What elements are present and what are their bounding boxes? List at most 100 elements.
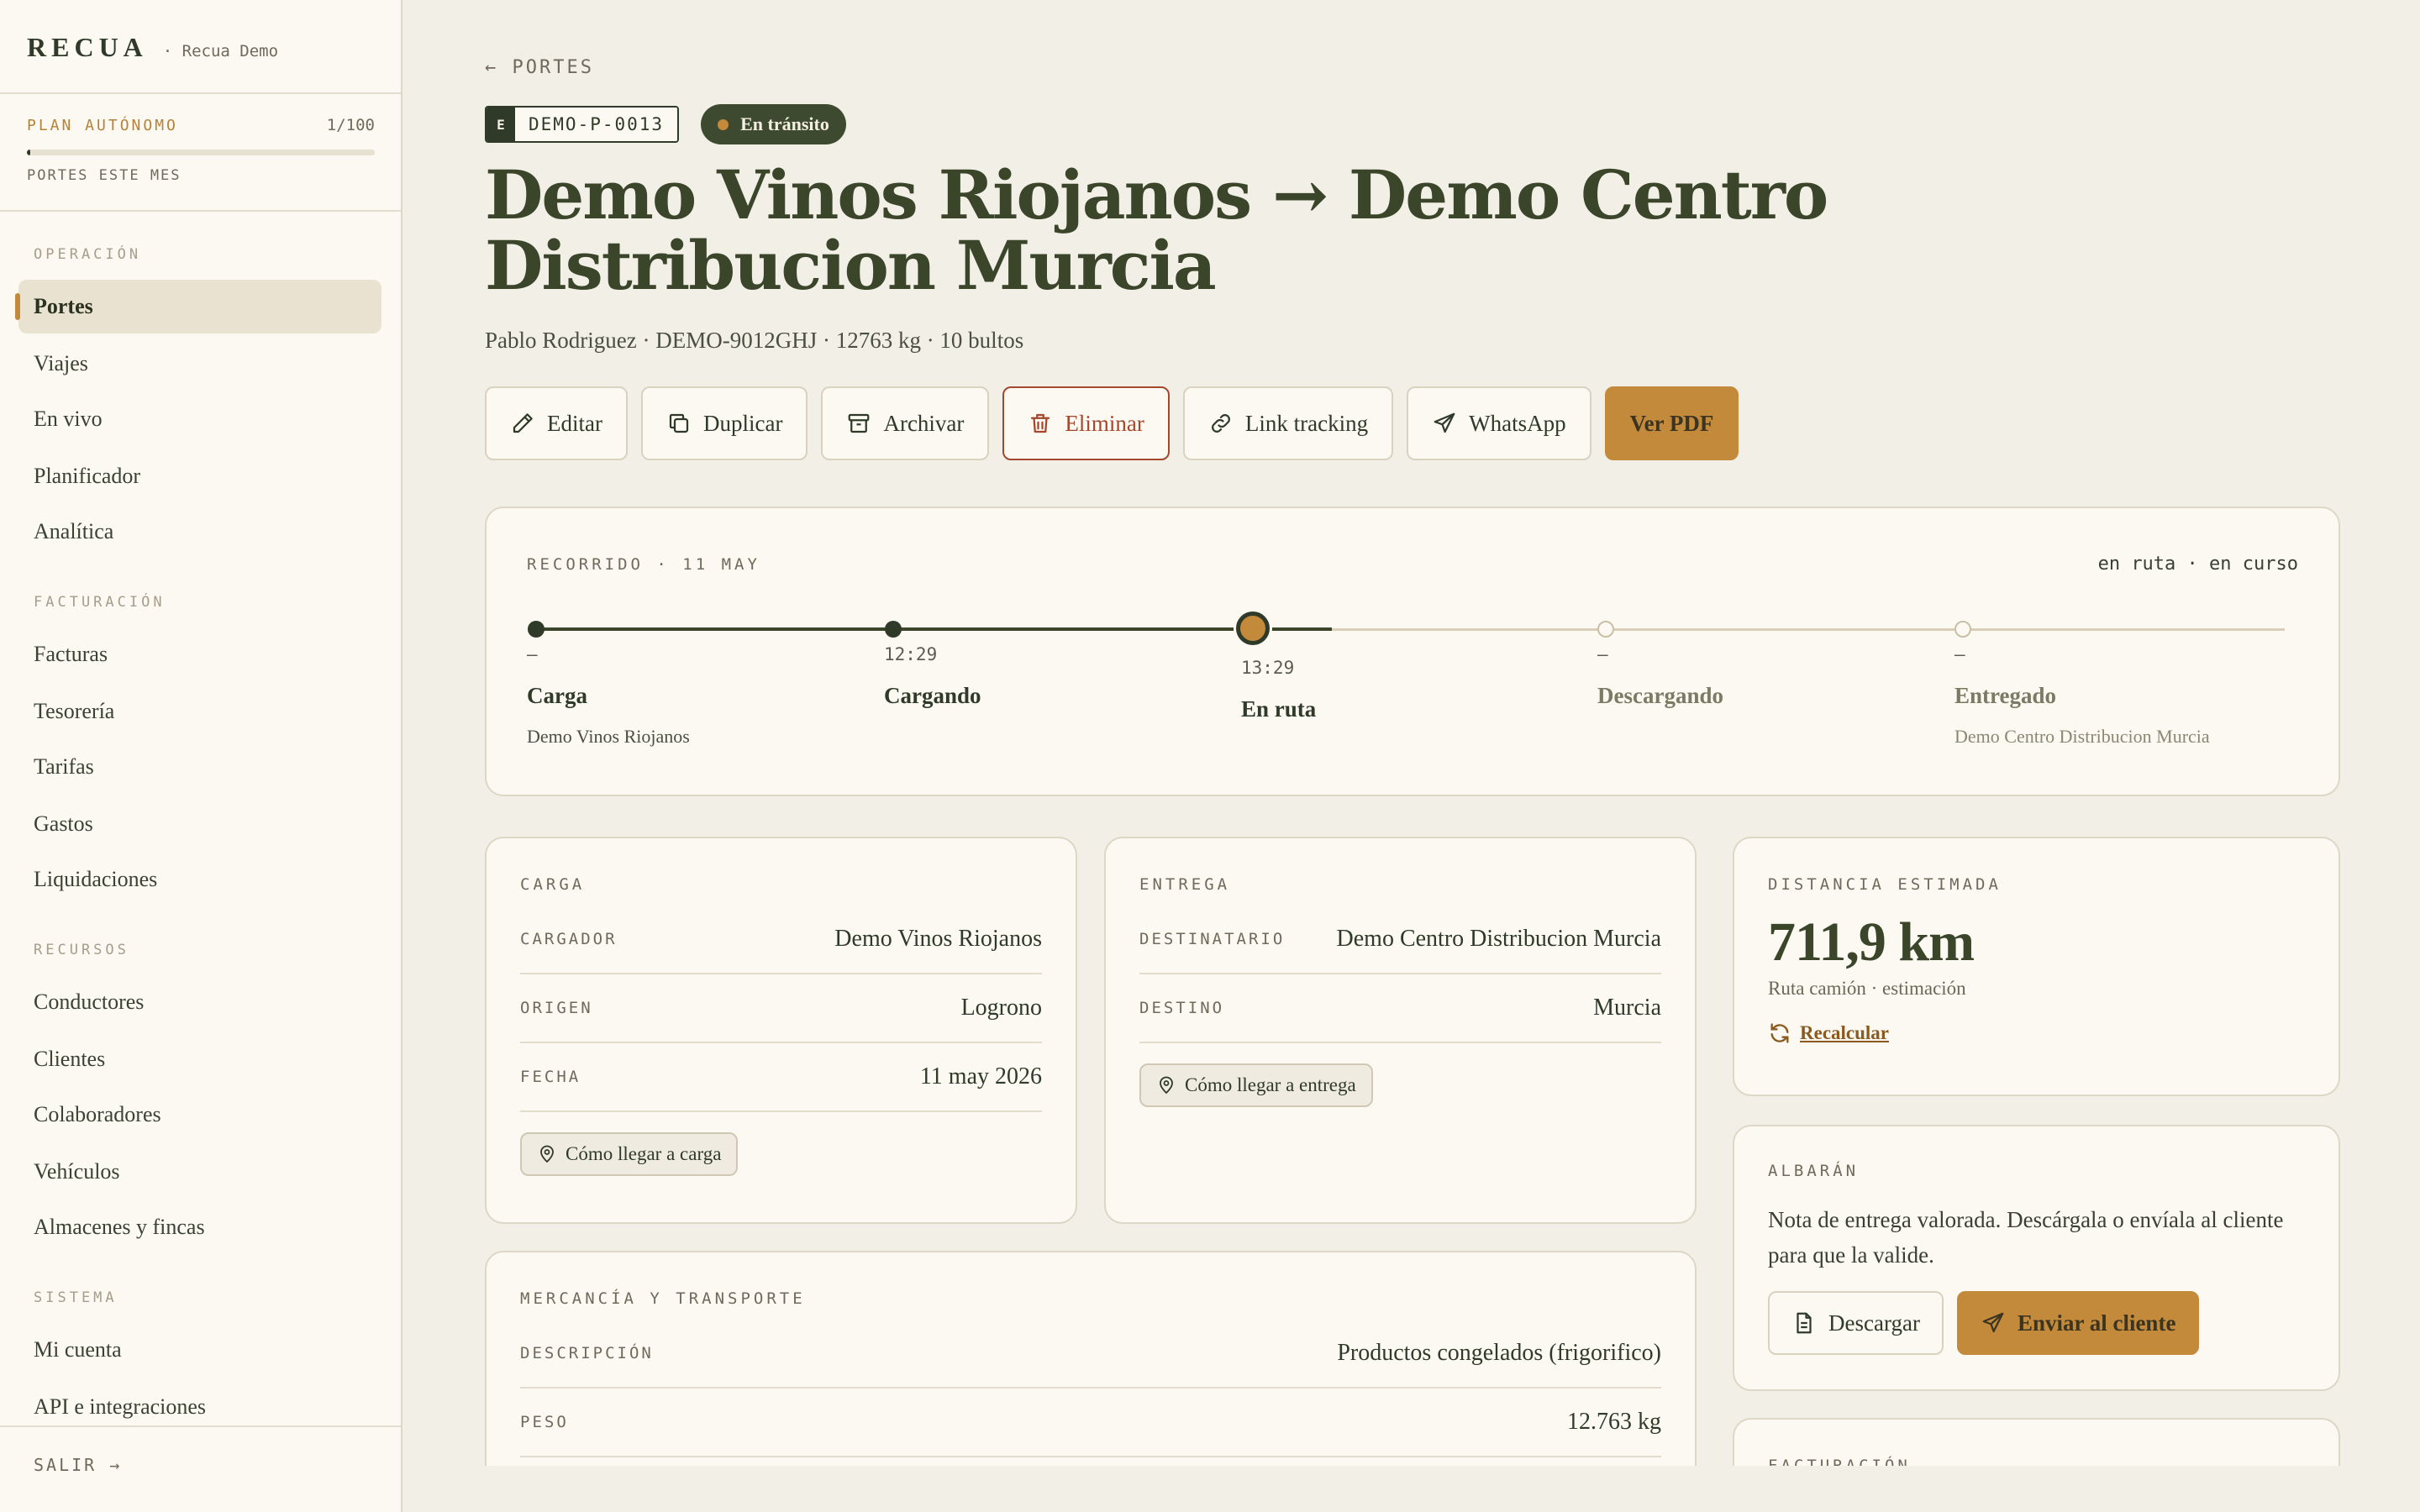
sidebar-item-portes[interactable]: Portes bbox=[15, 280, 381, 333]
plan-progress-bar bbox=[27, 150, 375, 155]
row-value: Productos congelados (frigorifico) bbox=[1337, 1340, 1661, 1366]
stage-dot-descargando bbox=[1597, 621, 1614, 638]
edit-label: Editar bbox=[547, 410, 602, 436]
sidebar-item-en-vivo[interactable]: En vivo bbox=[18, 392, 381, 446]
distance-note: Ruta camión · estimación bbox=[1768, 978, 1966, 999]
stage-time: – bbox=[1597, 644, 1608, 664]
mercancia-title: MERCANCÍA Y TRANSPORTE bbox=[520, 1289, 806, 1308]
timeline-progress-line bbox=[535, 627, 1332, 631]
nav-section-operacion: OPERACIÓN bbox=[34, 246, 142, 263]
sidebar-item-colaboradores[interactable]: Colaboradores bbox=[18, 1088, 381, 1142]
plan-usage: PLAN AUTÓNOMO 1/100 PORTES ESTE MES bbox=[27, 116, 375, 184]
plan-label: PLAN AUTÓNOMO bbox=[27, 116, 178, 134]
entrega-title: ENTREGA bbox=[1139, 875, 1231, 894]
nav-section-sistema: SISTEMA bbox=[34, 1289, 118, 1306]
sidebar-item-facturas[interactable]: Facturas bbox=[18, 627, 381, 681]
divider bbox=[0, 92, 401, 94]
albaran-title: ALBARÁN bbox=[1768, 1162, 1860, 1180]
sidebar-item-analitica[interactable]: Analítica bbox=[18, 505, 381, 559]
pencil-icon bbox=[513, 413, 533, 433]
directions-carga-label: Cómo llegar a carga bbox=[566, 1143, 722, 1164]
stage-name: Entregado bbox=[1954, 683, 2057, 708]
carga-row-origen: ORIGEN Logrono bbox=[520, 974, 1042, 1043]
carga-title: CARGA bbox=[520, 875, 586, 894]
sidebar-item-planificador[interactable]: Planificador bbox=[18, 449, 381, 503]
tag-letter: E bbox=[487, 108, 515, 141]
directions-entrega-button[interactable]: Cómo llegar a entrega bbox=[1139, 1063, 1373, 1107]
send-icon bbox=[1434, 412, 1455, 433]
divider bbox=[0, 1425, 401, 1427]
row-key: FECHA bbox=[520, 1068, 581, 1086]
archive-button[interactable]: Archivar bbox=[821, 386, 990, 460]
stage-en-ruta: 13:29 En ruta bbox=[1241, 658, 1316, 722]
sidebar-item-almacenes[interactable]: Almacenes y fincas bbox=[18, 1200, 381, 1254]
nav-section-recursos: RECURSOS bbox=[34, 942, 129, 958]
workspace-name: · Recua Demo bbox=[162, 42, 279, 60]
entrega-row-destino: DESTINO Murcia bbox=[1139, 974, 1661, 1043]
brand-logo[interactable]: RECUA bbox=[27, 32, 148, 63]
carga-row-cargador: CARGADOR Demo Vinos Riojanos bbox=[520, 906, 1042, 974]
stage-place: Demo Centro Distribucion Murcia bbox=[1954, 726, 2210, 747]
logout-button[interactable]: SALIR → bbox=[34, 1455, 122, 1475]
stage-dot-cargando bbox=[885, 621, 902, 638]
map-pin-icon bbox=[540, 1145, 554, 1163]
stage-time: 12:29 bbox=[884, 644, 938, 664]
row-value: Logrono bbox=[960, 995, 1042, 1021]
status-dot-icon bbox=[718, 118, 729, 130]
directions-carga-button[interactable]: Cómo llegar a carga bbox=[520, 1132, 739, 1176]
delete-button[interactable]: Eliminar bbox=[1002, 386, 1170, 460]
duplicate-button[interactable]: Duplicar bbox=[640, 386, 808, 460]
download-button[interactable]: Descargar bbox=[1768, 1291, 1944, 1355]
back-link[interactable]: ← PORTES bbox=[485, 57, 594, 78]
sidebar-item-conductores[interactable]: Conductores bbox=[18, 975, 381, 1029]
carga-card: CARGA CARGADOR Demo Vinos Riojanos ORIGE… bbox=[485, 837, 1077, 1224]
row-value: Murcia bbox=[1593, 995, 1661, 1021]
recalculate-button[interactable]: Recalcular bbox=[1768, 1021, 2305, 1045]
mercancia-row-peso: PESO 12.763 kg bbox=[520, 1389, 1661, 1457]
stage-dot-entregado bbox=[1954, 621, 1971, 638]
map-pin-icon bbox=[1160, 1076, 1173, 1095]
sidebar-item-liquidaciones[interactable]: Liquidaciones bbox=[18, 853, 381, 906]
copy-icon bbox=[669, 413, 689, 433]
distance-title: DISTANCIA ESTIMADA bbox=[1768, 875, 2002, 894]
shipment-code-tag: E DEMO-P-0013 bbox=[485, 106, 680, 143]
sidebar: RECUA · Recua Demo PLAN AUTÓNOMO 1/100 P… bbox=[0, 0, 402, 1512]
sidebar-item-mi-cuenta[interactable]: Mi cuenta bbox=[18, 1323, 381, 1377]
delete-label: Eliminar bbox=[1065, 410, 1144, 436]
sidebar-item-gastos[interactable]: Gastos bbox=[18, 797, 381, 851]
shipment-code: DEMO-P-0013 bbox=[515, 108, 678, 141]
page-subtitle: Pablo Rodriguez · DEMO-9012GHJ · 12763 k… bbox=[485, 328, 1024, 353]
sidebar-item-vehiculos[interactable]: Vehículos bbox=[18, 1145, 381, 1199]
row-value: 11 may 2026 bbox=[919, 1063, 1042, 1089]
view-pdf-button[interactable]: Ver PDF bbox=[1604, 386, 1739, 460]
stage-descargando: – Descargando bbox=[1597, 644, 1723, 709]
distance-value: 711,9 km bbox=[1768, 911, 1975, 973]
send-to-client-label: Enviar al cliente bbox=[2017, 1310, 2176, 1336]
stage-name: Cargando bbox=[884, 683, 981, 708]
stage-dot-carga bbox=[528, 621, 544, 638]
sidebar-item-tesoreria[interactable]: Tesorería bbox=[18, 685, 381, 738]
row-key: DESTINO bbox=[1139, 999, 1225, 1017]
sidebar-item-clientes[interactable]: Clientes bbox=[18, 1032, 381, 1086]
row-key: ORIGEN bbox=[520, 999, 593, 1017]
edit-button[interactable]: Editar bbox=[485, 386, 628, 460]
archive-icon bbox=[849, 413, 870, 433]
page-title: Demo Vinos Riojanos → Demo Centro Distri… bbox=[485, 155, 1828, 305]
stage-name: Carga bbox=[527, 683, 587, 708]
sidebar-item-viajes[interactable]: Viajes bbox=[18, 337, 381, 391]
sidebar-item-tarifas[interactable]: Tarifas bbox=[18, 740, 381, 794]
send-to-client-button[interactable]: Enviar al cliente bbox=[1956, 1291, 2200, 1355]
brand: RECUA · Recua Demo bbox=[27, 32, 278, 63]
stage-carga: – Carga Demo Vinos Riojanos bbox=[527, 644, 690, 748]
whatsapp-label: WhatsApp bbox=[1469, 410, 1566, 436]
timeline-remaining-line bbox=[1332, 628, 2285, 631]
whatsapp-button[interactable]: WhatsApp bbox=[1407, 386, 1591, 460]
row-key: DESCRIPCIÓN bbox=[520, 1344, 654, 1362]
plan-subtitle: PORTES ESTE MES bbox=[27, 167, 182, 184]
tracking-link-button[interactable]: Link tracking bbox=[1182, 386, 1394, 460]
mercancia-row-descripcion: DESCRIPCIÓN Productos congelados (frigor… bbox=[520, 1320, 1661, 1389]
row-value: Demo Vinos Riojanos bbox=[834, 926, 1042, 952]
entrega-row-destinatario: DESTINATARIO Demo Centro Distribucion Mu… bbox=[1139, 906, 1661, 974]
download-label: Descargar bbox=[1828, 1310, 1920, 1336]
document-icon bbox=[1797, 1312, 1812, 1334]
